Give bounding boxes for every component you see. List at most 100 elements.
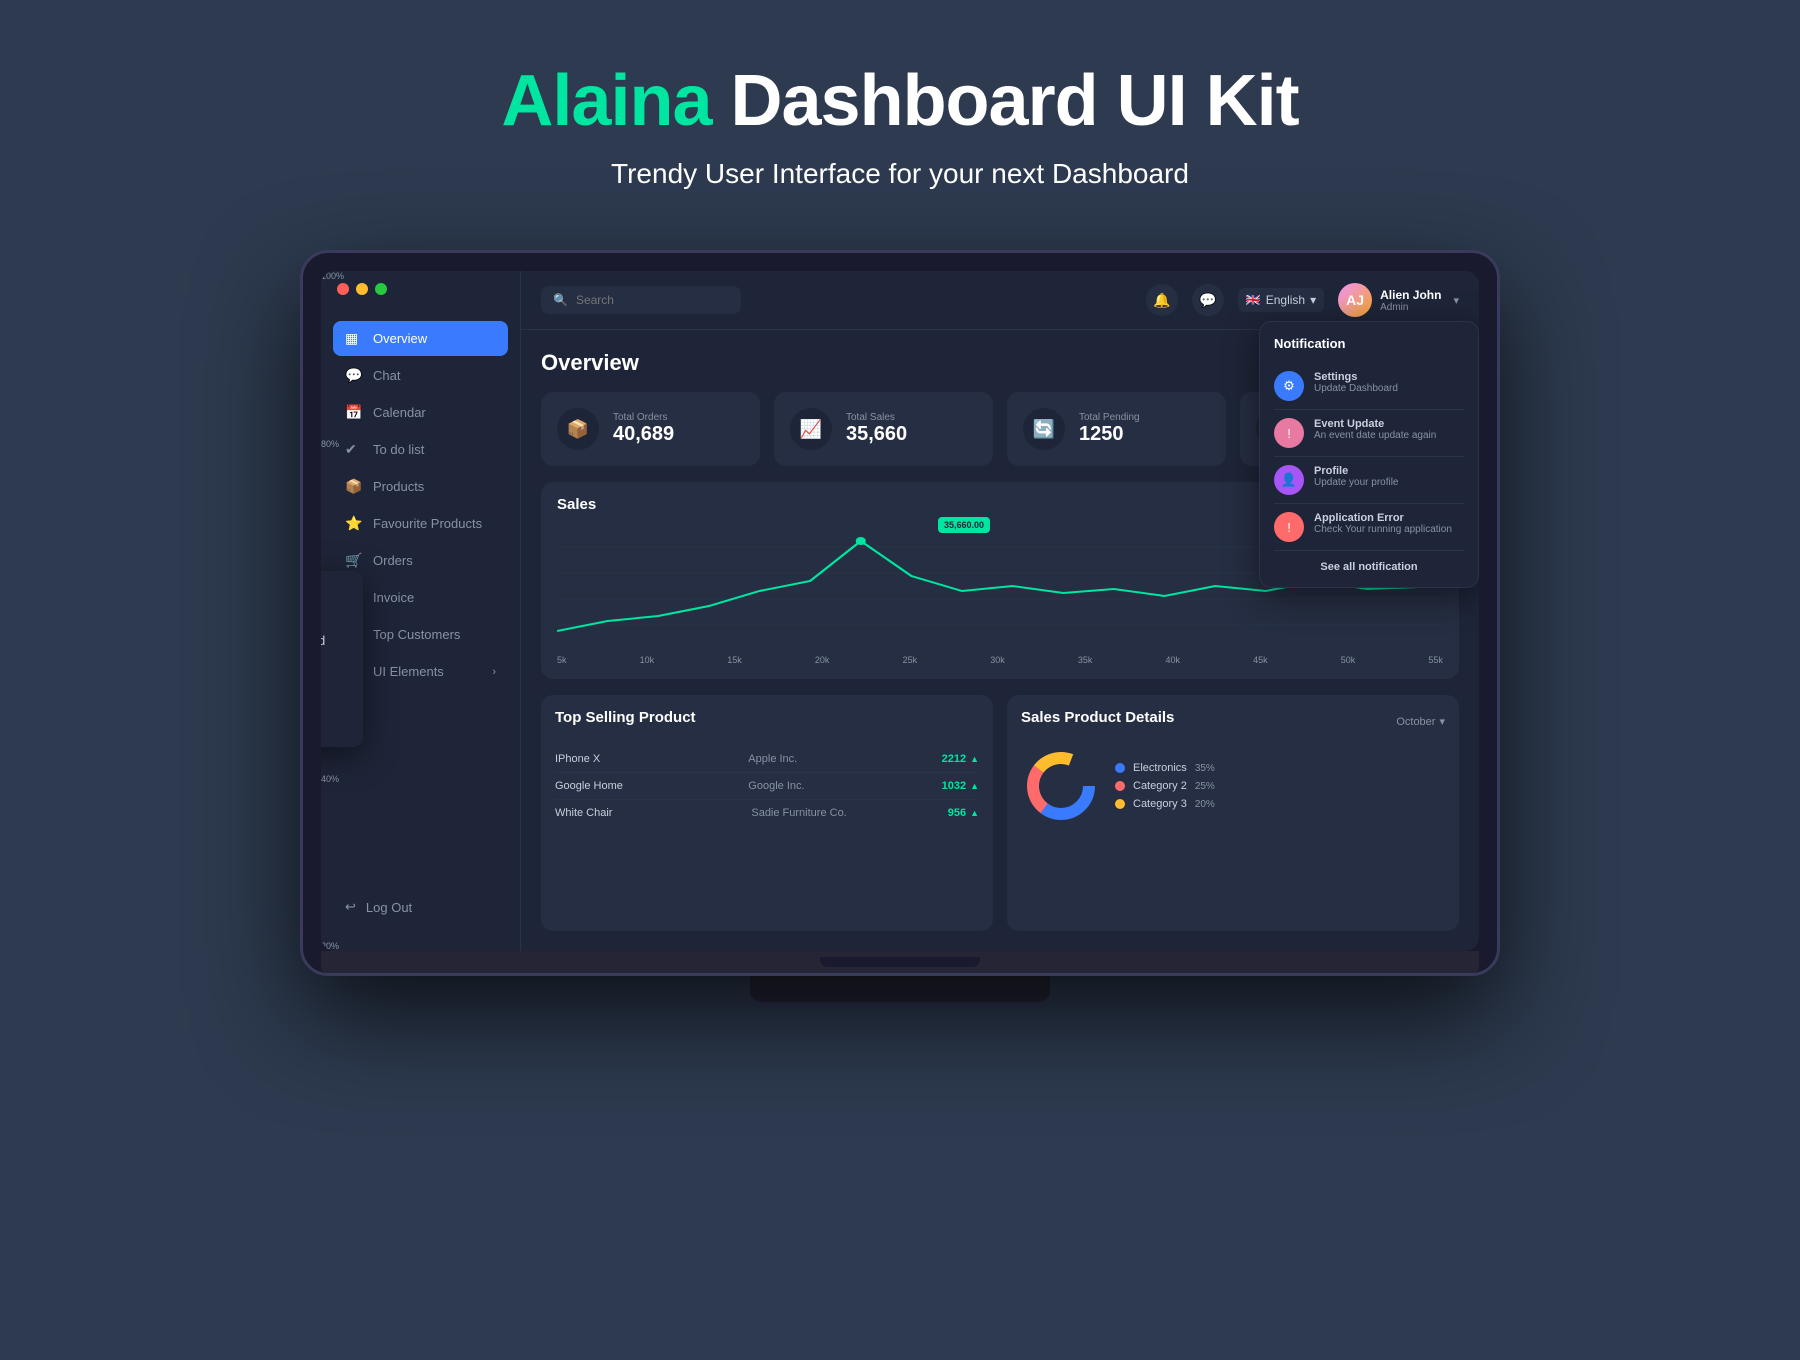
legend-label-0: Electronics [1133, 762, 1187, 774]
todo-label: To do list [373, 442, 424, 457]
customers-label: Top Customers [373, 627, 460, 642]
sidebar-item-calendar[interactable]: 📅 Calendar [333, 395, 508, 430]
chat-icon: 💬 [345, 367, 363, 384]
notif-item-event[interactable]: ! Event Update An event date update agai… [1274, 410, 1464, 457]
value-0: 2212 [942, 753, 966, 765]
top-selling-card: Top Selling Product IPhone X Apple Inc. … [541, 695, 993, 931]
laptop-container: 👤 Manage Account 🔑 Change Password 🔄 Act… [300, 250, 1500, 1006]
orders-stat-icon: 📦 [557, 408, 599, 450]
language-label: English [1266, 293, 1305, 307]
window-controls [337, 283, 387, 295]
calendar-icon: 📅 [345, 404, 363, 421]
todo-icon: ✔ [345, 441, 363, 458]
donut-chart [1021, 746, 1101, 826]
company-1: Google Inc. [748, 780, 941, 792]
search-box[interactable]: 🔍 [541, 286, 741, 314]
main-content: 🔍 🔔 💬 🇬🇧 English ▾ [521, 271, 1479, 951]
user-menu-button[interactable]: AJ Alien John Admin ▾ [1338, 283, 1459, 317]
notif-profile-icon: 👤 [1274, 465, 1304, 495]
table-row: IPhone X Apple Inc. 2212 ▲ [555, 746, 979, 773]
laptop-stand [750, 976, 1050, 1006]
flag-icon: 🇬🇧 [1246, 293, 1261, 307]
topbar-icons: 🔔 💬 🇬🇧 English ▾ AJ Alien John [1146, 283, 1459, 317]
sidebar-item-chat[interactable]: 💬 Chat [333, 358, 508, 393]
legend-item-1: Category 2 25% [1115, 780, 1215, 792]
x-axis-labels: 5k 10k 15k 20k 25k 30k 35k 40k 45k [557, 655, 1443, 665]
hero-subtitle: Trendy User Interface for your next Dash… [611, 158, 1189, 190]
top-selling-header: Top Selling Product [555, 709, 979, 734]
notif-settings-desc: Update Dashboard [1314, 383, 1398, 394]
notif-error-name: Application Error [1314, 512, 1452, 524]
notif-item-profile[interactable]: 👤 Profile Update your profile [1274, 457, 1464, 504]
chat-label: Chat [373, 368, 400, 383]
close-dot [337, 283, 349, 295]
sales-details-card: Sales Product Details October ▾ [1007, 695, 1459, 931]
trend-0: ▲ [970, 754, 979, 764]
legend-pct-2: 20% [1195, 799, 1215, 810]
notif-event-name: Event Update [1314, 418, 1436, 430]
ui-label: UI Elements [373, 664, 444, 679]
sales-details-header: Sales Product Details October ▾ [1021, 709, 1445, 734]
pending-stat-icon: 🔄 [1023, 408, 1065, 450]
minimize-dot [356, 283, 368, 295]
account-menu-panel: 👤 Manage Account 🔑 Change Password 🔄 Act… [321, 571, 363, 747]
sales-stat-icon: 📈 [790, 408, 832, 450]
product-name-0: IPhone X [555, 753, 748, 765]
avatar: AJ [1338, 283, 1372, 317]
logout-bottom-label: Log Out [366, 900, 412, 915]
stat-card-pending: 🔄 Total Pending 1250 [1007, 392, 1226, 466]
legend-label-1: Category 2 [1133, 780, 1187, 792]
favourite-label: Favourite Products [373, 516, 482, 531]
sidebar-logout[interactable]: ↩ Log Out [333, 891, 508, 923]
sidebar-item-overview[interactable]: ▦ Overview [333, 321, 508, 356]
sidebar-item-todo[interactable]: ✔ To do list [333, 432, 508, 467]
manage-account-item[interactable]: 👤 Manage Account [321, 587, 347, 623]
value-2: 956 [948, 807, 966, 819]
notification-panel: Notification ⚙ Settings Update Dashboard… [1259, 321, 1479, 588]
chart-tooltip: 35,660.00 [938, 517, 990, 533]
month-chevron-icon: ▾ [1439, 715, 1445, 728]
legend-list: Electronics 35% Category 2 25% [1115, 762, 1215, 810]
month-label: October [1396, 716, 1435, 728]
product-name-1: Google Home [555, 780, 748, 792]
search-input[interactable] [576, 293, 729, 307]
legend-dot-1 [1115, 781, 1125, 791]
table-row: Google Home Google Inc. 1032 ▲ [555, 773, 979, 800]
notif-error-desc: Check Your running application [1314, 524, 1452, 535]
legend-pct-0: 35% [1195, 763, 1215, 774]
dashboard-layout: 👤 Manage Account 🔑 Change Password 🔄 Act… [321, 271, 1479, 951]
change-password-item[interactable]: 🔑 Change Password [321, 623, 347, 659]
legend-pct-1: 25% [1195, 781, 1215, 792]
notif-item-settings[interactable]: ⚙ Settings Update Dashboard [1274, 363, 1464, 410]
search-icon: 🔍 [553, 293, 568, 307]
user-chevron-icon: ▾ [1453, 294, 1459, 307]
company-2: Sadie Furniture Co. [751, 807, 947, 819]
pending-stat-value: 1250 [1079, 423, 1140, 446]
notification-title: Notification [1274, 336, 1464, 351]
orders-label: Orders [373, 553, 413, 568]
sales-details-title: Sales Product Details [1021, 709, 1174, 726]
notif-item-error[interactable]: ! Application Error Check Your running a… [1274, 504, 1464, 551]
bottom-row: Top Selling Product IPhone X Apple Inc. … [541, 695, 1459, 931]
ui-arrow: › [492, 666, 496, 678]
see-all-notification-link[interactable]: See all notification [1274, 561, 1464, 573]
laptop-frame: 👤 Manage Account 🔑 Change Password 🔄 Act… [300, 250, 1500, 976]
legend-item-0: Electronics 35% [1115, 762, 1215, 774]
message-icon[interactable]: 💬 [1192, 284, 1224, 316]
notif-error-icon: ! [1274, 512, 1304, 542]
chevron-down-icon: ▾ [1310, 293, 1316, 307]
legend-dot-2 [1115, 799, 1125, 809]
sidebar-item-favourite[interactable]: ⭐ Favourite Products [333, 506, 508, 541]
company-0: Apple Inc. [748, 753, 941, 765]
notif-profile-desc: Update your profile [1314, 477, 1399, 488]
laptop-notch [820, 957, 980, 967]
sidebar-item-products[interactable]: 📦 Products [333, 469, 508, 504]
notif-event-desc: An event date update again [1314, 430, 1436, 441]
laptop-base [321, 951, 1479, 973]
activity-log-item[interactable]: 🔄 Activity Log [321, 659, 347, 695]
trend-2: ▲ [970, 808, 979, 818]
language-selector[interactable]: 🇬🇧 English ▾ [1238, 288, 1324, 312]
month-selector[interactable]: October ▾ [1396, 715, 1445, 728]
notification-bell-icon[interactable]: 🔔 [1146, 284, 1178, 316]
logout-item[interactable]: 🚪 Log out [321, 695, 347, 731]
